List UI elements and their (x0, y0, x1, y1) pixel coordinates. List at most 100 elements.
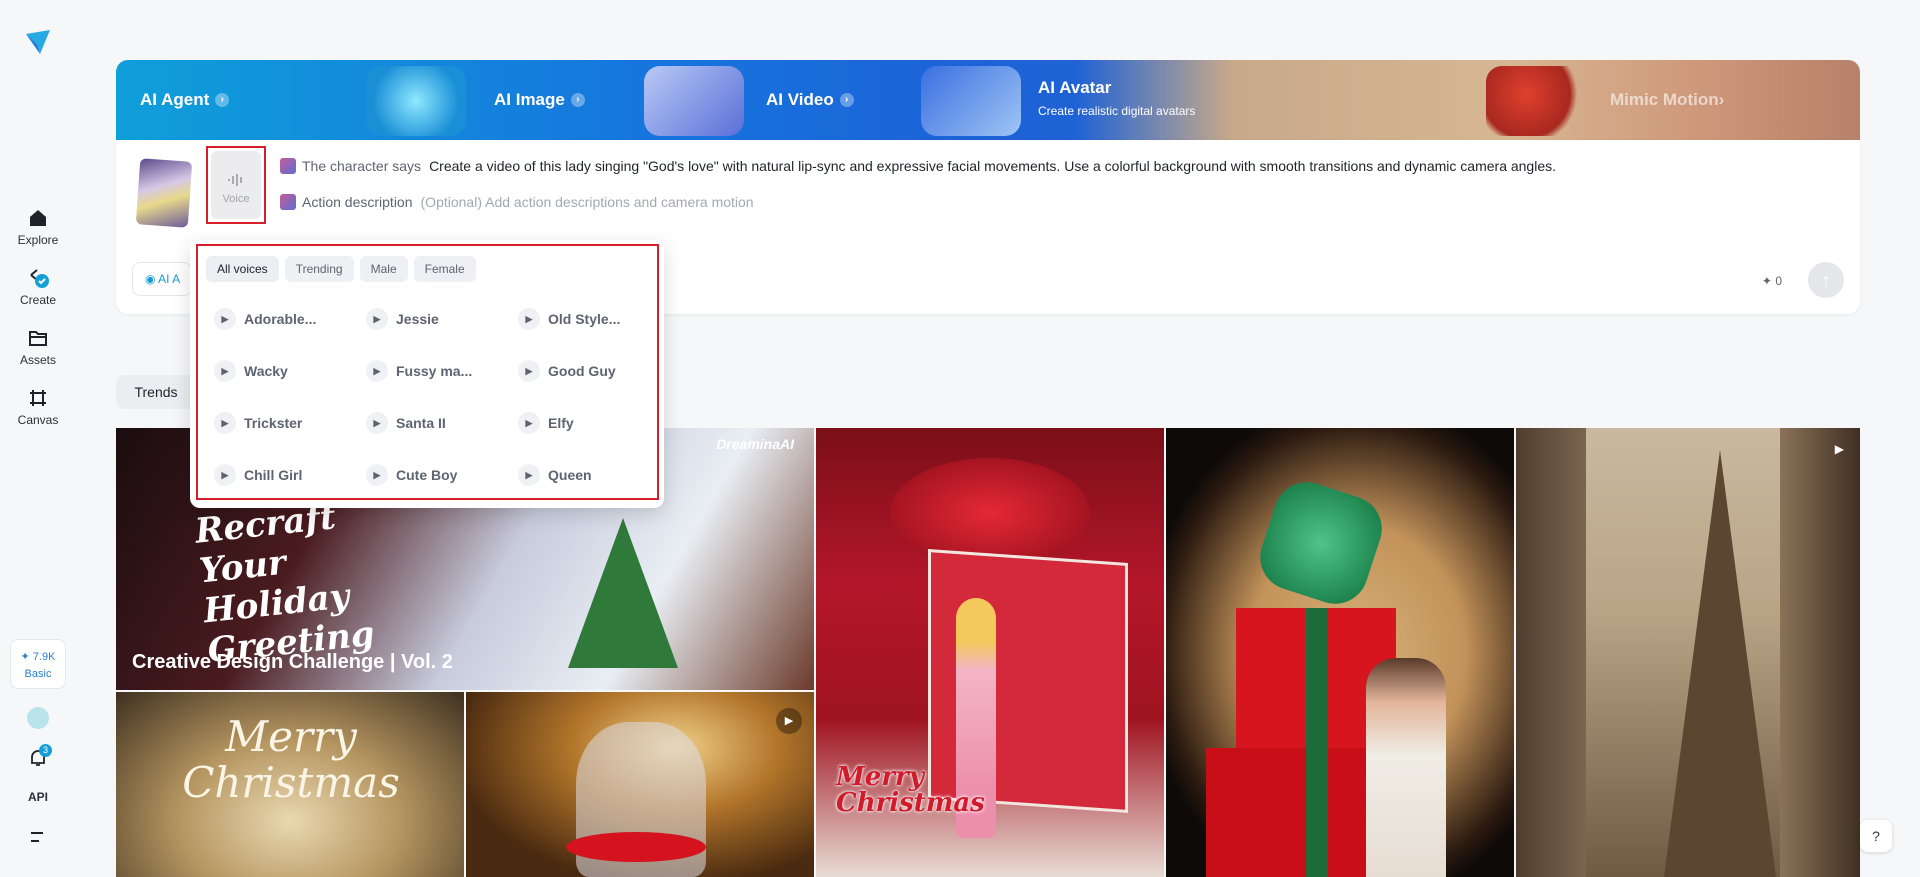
filter-female[interactable]: Female (413, 256, 476, 282)
tab-ai-image[interactable]: AI Image › (494, 60, 585, 140)
tab-label: Mimic Motion (1610, 90, 1719, 109)
voice-name: Adorable... (244, 311, 317, 327)
sidebar-item-explore[interactable]: Explore (0, 207, 76, 247)
play-icon[interactable]: ▶ (518, 308, 540, 330)
eye-icon: ◉ (145, 272, 156, 286)
waveform-icon (228, 174, 242, 186)
voice-name: Fussy ma... (396, 363, 473, 379)
gallery-card-paris[interactable]: ▶ (1516, 428, 1860, 877)
character-says-row[interactable]: The character says Create a video of thi… (280, 158, 1556, 174)
ai-avatar-mode-chip[interactable]: ◉ AI A (132, 262, 192, 296)
sparkle-icon: ✦ (1761, 274, 1772, 288)
brand-watermark: DreaminaAI (716, 436, 794, 452)
play-icon[interactable]: ▶ (214, 464, 236, 486)
character-says-input[interactable]: Create a video of this lady singing "God… (429, 158, 1556, 174)
plan-label: Basic (24, 668, 52, 680)
credits-badge[interactable]: ✦ 7.9K Basic (10, 639, 66, 689)
credits-value: 7.9K (32, 651, 56, 663)
voice-option[interactable]: ▶ Old Style... (518, 308, 620, 330)
christmas-tree-art (568, 518, 678, 668)
filter-trending[interactable]: Trending (284, 256, 354, 282)
gallery-card-gift[interactable] (1166, 428, 1514, 877)
featured-title: Creative Design Challenge | Vol. 2 (132, 651, 453, 673)
play-icon[interactable]: ▶ (214, 412, 236, 434)
voice-name: Elfy (548, 415, 574, 431)
tab-subtitle: Create realistic digital avatars (1038, 104, 1196, 118)
voice-dropdown: All voices Trending Male Female ▶ Adorabl… (190, 240, 664, 508)
filter-all-voices[interactable]: All voices (206, 256, 279, 282)
sidebar-item-label: Create (19, 293, 57, 307)
ribbon-art (1306, 608, 1328, 877)
ai-avatar-art (1486, 66, 1586, 136)
tab-label: AI Video (766, 90, 834, 109)
play-icon[interactable]: ▶ (366, 412, 388, 434)
play-icon: ▶ (1834, 442, 1844, 456)
gallery-card-gift-bag[interactable]: ▶ (466, 692, 814, 877)
question-icon: ? (1872, 828, 1880, 844)
voice-name: Trickster (244, 415, 303, 431)
voice-option[interactable]: ▶ Santa II (366, 412, 446, 434)
building-art (1780, 428, 1860, 877)
voice-option[interactable]: ▶ Queen (518, 464, 592, 486)
voice-button[interactable]: Voice (211, 151, 261, 219)
play-icon[interactable]: ▶ (776, 708, 802, 734)
credit-cost-value: 0 (1775, 274, 1782, 288)
user-avatar[interactable] (27, 707, 49, 729)
sidebar-item-create[interactable]: Create (0, 267, 76, 307)
voice-option[interactable]: ▶ Wacky (214, 360, 288, 382)
featured-art-text: Recraft Your Holiday Greeting (193, 497, 377, 672)
voice-option[interactable]: ▶ Good Guy (518, 360, 616, 382)
voice-name: Old Style... (548, 311, 621, 327)
tab-mimic-motion[interactable]: Mimic Motion › (1610, 60, 1724, 140)
play-icon[interactable]: ▶ (214, 360, 236, 382)
play-icon[interactable]: ▶ (518, 360, 540, 382)
help-button[interactable]: ? (1860, 820, 1892, 852)
sidebar: Explore Create Assets Canvas ✦ 7.9K Basi… (0, 0, 76, 877)
menu-icon[interactable] (30, 830, 46, 844)
chevron-right-icon: › (839, 93, 854, 107)
api-link[interactable]: API (0, 790, 76, 804)
logo-icon[interactable] (24, 28, 52, 56)
reference-image[interactable] (135, 158, 193, 228)
play-icon[interactable]: ▶ (518, 412, 540, 434)
ai-video-art (921, 66, 1021, 136)
voice-name: Santa II (396, 415, 446, 431)
send-button[interactable]: ↑ (1808, 262, 1844, 298)
voice-option[interactable]: ▶ Elfy (518, 412, 574, 434)
sidebar-item-canvas[interactable]: Canvas (0, 387, 76, 427)
action-description-row[interactable]: Action description (Optional) Add action… (280, 194, 754, 210)
home-icon (30, 210, 46, 226)
chevron-right-icon: › (1718, 90, 1725, 109)
chevron-right-icon: › (215, 93, 230, 107)
voice-option[interactable]: ▶ Adorable... (214, 308, 316, 330)
voice-option[interactable]: ▶ Chill Girl (214, 464, 302, 486)
building-art (1516, 428, 1586, 877)
chip-label: AI A (158, 272, 181, 286)
merry-christmas-text: Merry Christmas (836, 762, 985, 818)
play-icon[interactable]: ▶ (518, 464, 540, 486)
play-icon[interactable]: ▶ (214, 308, 236, 330)
sparkle-icon: ✦ (20, 651, 30, 663)
action-description-input[interactable]: (Optional) Add action descriptions and c… (421, 194, 754, 210)
play-icon[interactable]: ▶ (366, 360, 388, 382)
play-icon[interactable]: ▶ (366, 308, 388, 330)
notification-badge: 3 (39, 744, 52, 757)
voice-option[interactable]: ▶ Jessie (366, 308, 439, 330)
tab-ai-video[interactable]: AI Video › (766, 60, 854, 140)
tab-ai-avatar[interactable]: AI Avatar Create realistic digital avata… (1038, 78, 1195, 118)
action-description-label: Action description (302, 194, 413, 210)
sidebar-item-label: Assets (19, 353, 56, 367)
voice-option[interactable]: ▶ Trickster (214, 412, 302, 434)
sidebar-item-assets[interactable]: Assets (0, 327, 76, 367)
voice-name: Chill Girl (244, 467, 303, 483)
star-balloon-art (1251, 473, 1391, 613)
voice-option[interactable]: ▶ Fussy ma... (366, 360, 472, 382)
filter-male[interactable]: Male (359, 256, 408, 282)
gallery-card-snow-globe[interactable]: Merry Christmas (116, 692, 464, 877)
tab-trends[interactable]: Trends (116, 375, 196, 409)
play-icon[interactable]: ▶ (366, 464, 388, 486)
tab-ai-agent[interactable]: AI Agent › (140, 60, 230, 140)
voice-selector-highlight: Voice (206, 146, 266, 224)
gallery-card-popup-card[interactable]: Merry Christmas (816, 428, 1164, 877)
voice-option[interactable]: ▶ Cute Boy (366, 464, 457, 486)
